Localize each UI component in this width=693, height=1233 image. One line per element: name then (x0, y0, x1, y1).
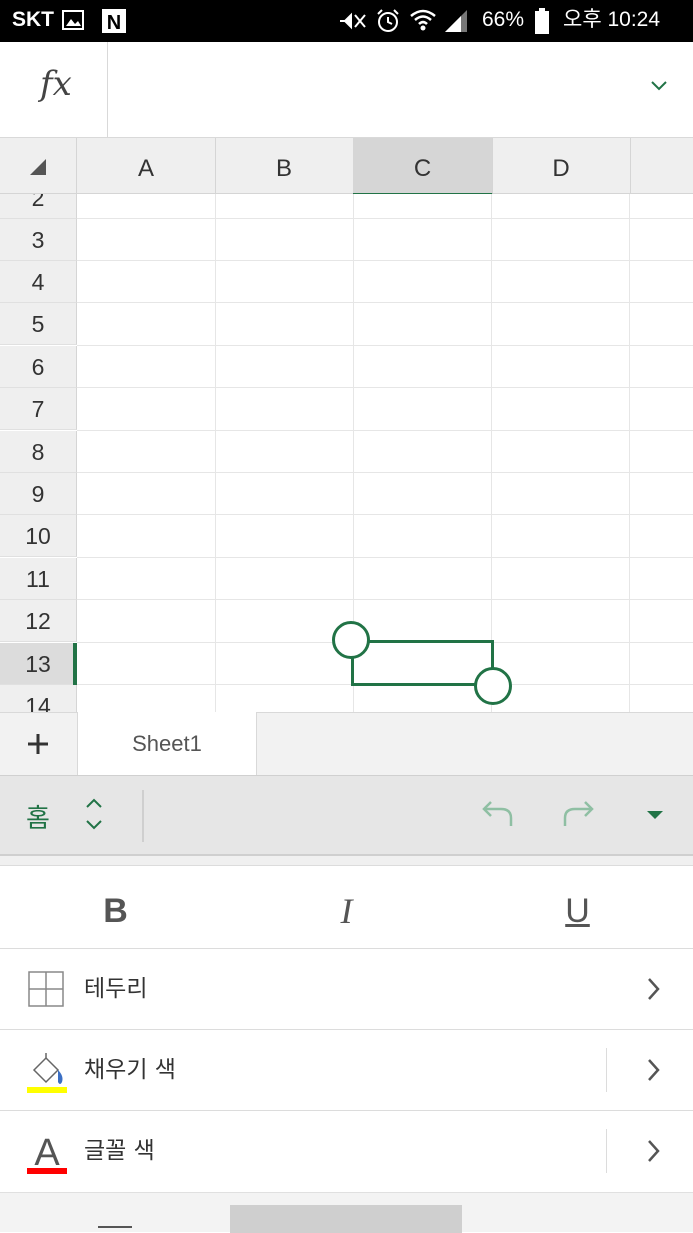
row-divider (77, 430, 693, 431)
ribbon-panel: B I U 테두리 채우기 색 A 글꼴 색 (0, 856, 693, 1192)
fill-color-command[interactable]: 채우기 색 (0, 1029, 693, 1111)
vibrate-icon (340, 12, 366, 30)
row-header-11[interactable]: 11 (0, 558, 77, 600)
font-color-icon: A (27, 1132, 67, 1174)
column-divider (491, 194, 492, 712)
chevron-right-icon[interactable] (644, 1056, 664, 1084)
column-divider (215, 194, 216, 712)
row-divider (77, 218, 693, 219)
borders-label: 테두리 (84, 976, 148, 1002)
svg-text:A: A (34, 1132, 60, 1174)
row-divider (77, 345, 693, 346)
column-header-a[interactable]: A (77, 138, 216, 193)
borders-command[interactable]: 테두리 (0, 948, 693, 1030)
column-divider (629, 194, 630, 712)
row-header-14[interactable]: 14 (0, 685, 77, 712)
row-divider (77, 557, 693, 558)
select-all-button[interactable] (0, 138, 77, 193)
formula-bar: fx (0, 42, 693, 138)
signal-icon (445, 10, 467, 32)
sheet-tab-bar: Sheet1 (0, 712, 693, 776)
fx-label: fx (40, 64, 72, 104)
command-separator (606, 1048, 607, 1092)
row-header-3[interactable]: 3 (0, 219, 77, 261)
font-color-command[interactable]: A 글꼴 색 (0, 1110, 693, 1192)
insert-function-button[interactable]: fx (0, 42, 108, 137)
formula-input[interactable] (108, 42, 628, 137)
underline-button[interactable]: U (462, 866, 693, 948)
column-header-c[interactable]: C (353, 138, 493, 197)
selection-handle-top-left[interactable] (332, 621, 370, 659)
bold-button[interactable]: B (0, 866, 231, 948)
notes-app-icon: N (102, 9, 126, 34)
alarm-icon (377, 9, 399, 32)
collapse-ribbon-icon[interactable] (646, 809, 664, 821)
italic-button[interactable]: I (231, 866, 462, 948)
ribbon-tab-home[interactable]: 홈 (26, 798, 50, 835)
gallery-icon (62, 10, 84, 30)
bottom-panel-tab[interactable] (230, 1205, 462, 1233)
redo-icon[interactable] (561, 798, 595, 830)
dash-icon (98, 1226, 132, 1228)
ribbon-spacer (0, 856, 693, 866)
chevron-right-icon[interactable] (644, 1137, 664, 1165)
font-color-label: 글꼴 색 (84, 1138, 155, 1164)
plus-icon (28, 734, 48, 754)
status-bar: SKT N 66% 오후 10:24 (0, 0, 693, 42)
wifi-icon (410, 9, 436, 31)
battery-icon (535, 8, 549, 34)
svg-text:N: N (107, 12, 121, 34)
row-header-6[interactable]: 6 (0, 346, 77, 388)
spreadsheet-grid[interactable]: 2 3 4 5 6 7 8 9 10 11 12 13 14 (0, 194, 693, 712)
column-header-bar: A B C D (0, 138, 693, 197)
chevron-down-icon[interactable] (650, 80, 668, 92)
selected-cell[interactable] (351, 640, 494, 686)
fill-color-label: 채우기 색 (84, 1057, 176, 1083)
select-all-triangle-icon (30, 159, 46, 175)
chevron-right-icon (648, 978, 660, 1000)
battery-percent: 66% (482, 8, 525, 31)
sheet-tab-sheet1[interactable]: Sheet1 (77, 712, 257, 775)
row-divider (77, 387, 693, 388)
selection-handle-bottom-right[interactable] (474, 667, 512, 705)
row-divider (77, 599, 693, 600)
ribbon-divider (142, 790, 144, 842)
row-header-5[interactable]: 5 (0, 303, 77, 345)
row-header-13[interactable]: 13 (0, 643, 77, 685)
command-separator (606, 1129, 607, 1173)
column-header-b[interactable]: B (215, 138, 354, 193)
fill-color-icon (27, 1053, 67, 1093)
clock: 오후 10:24 (563, 8, 661, 31)
row-divider (77, 260, 693, 261)
row-header-7[interactable]: 7 (0, 388, 77, 430)
column-header-d[interactable]: D (492, 138, 631, 193)
row-header-8[interactable]: 8 (0, 431, 77, 473)
add-sheet-button[interactable] (0, 713, 77, 775)
ribbon-header: 홈 (0, 776, 693, 856)
row-header-9[interactable]: 9 (0, 473, 77, 515)
row-header-2[interactable]: 2 (0, 194, 77, 219)
row-divider (77, 302, 693, 303)
row-header-4[interactable]: 4 (0, 261, 77, 303)
row-header-12[interactable]: 12 (0, 600, 77, 642)
tab-switch-icon[interactable] (84, 796, 104, 832)
row-divider (77, 514, 693, 515)
row-header-10[interactable]: 10 (0, 515, 77, 557)
column-header-next[interactable] (630, 138, 693, 193)
carrier-label: SKT (12, 8, 54, 31)
undo-icon[interactable] (481, 798, 515, 830)
borders-icon (28, 971, 64, 1007)
row-divider (77, 472, 693, 473)
bottom-bar (0, 1192, 693, 1233)
